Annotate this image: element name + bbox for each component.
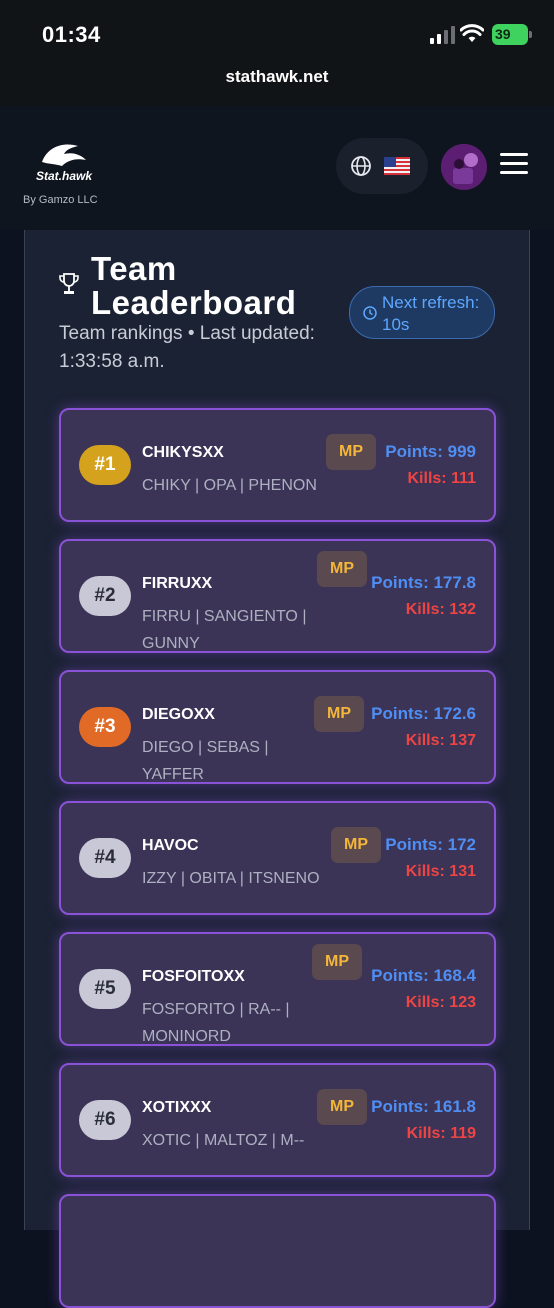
game-mode-badge: MP [312,944,362,980]
hamburger-menu-icon[interactable] [500,153,528,175]
team-points: Points: 161.8 [371,1097,476,1116]
rank-badge: #4 [79,838,131,878]
leaderboard-panel: Team Leaderboard Next refresh: 10s Team … [24,230,530,1308]
team-name: FOSFOITOXX [142,968,245,985]
url-text[interactable]: stathawk.net [0,67,554,87]
team-points: Points: 999 [385,442,476,461]
team-card[interactable]: #3 DIEGOXX DIEGO | SEBAS | YAFFER MP Points:… [59,670,496,784]
globe-icon [351,156,371,176]
team-points: Points: 172 [385,835,476,854]
team-members: DIEGO | SEBAS | YAFFER [142,739,269,783]
team-card[interactable]: #4 HAVOC IZZY | OBITA | ITSNENO MP Points: 1… [59,801,496,915]
team-points: Points: 168.4 [371,966,476,985]
stathawk-logo-icon[interactable]: Stat.hawk [34,140,94,182]
browser-address-bar[interactable]: stathawk.net [0,56,554,106]
team-members: IZZY | OBITA | ITSNENO [142,870,320,887]
team-kills: Kills: 123 [405,994,476,1011]
team-name: XOTIXXX [142,1099,212,1116]
page-title: Team Leaderboard [91,250,297,321]
wifi-icon [460,24,484,42]
game-mode-badge: MP [314,696,364,732]
team-name: CHIKYSXX [142,444,224,461]
team-name: HAVOC [142,837,199,854]
refresh-countdown-badge: Next refresh: 10s [349,286,495,339]
avatar-image-icon [441,144,487,190]
byline: By Gamzo LLC [23,194,98,206]
game-mode-badge: MP [317,551,367,587]
team-card[interactable]: #6 XOTIXXX XOTIC | MALTOZ | M-- MP Points: 1… [59,1063,496,1177]
team-members: FOSFORITO | RA-- | MONINORD [142,1001,290,1045]
status-time: 01:34 [42,22,101,47]
rank-badge: #2 [79,576,131,616]
game-mode-badge: MP [317,1089,367,1125]
rank-badge: #6 [79,1100,131,1140]
team-kills: Kills: 137 [405,732,476,749]
team-members: FIRRU | SANGIENTO | GUNNY [142,608,307,652]
team-members: CHIKY | OPA | PHENON [142,477,317,494]
rank-badge: #3 [79,707,131,747]
team-kills: Kills: 132 [405,601,476,618]
user-avatar[interactable] [441,144,487,190]
team-name: DIEGOXX [142,706,215,723]
rank-badge: #5 [79,969,131,1009]
trophy-icon [59,273,79,294]
team-card[interactable]: #1 CHIKYSXX CHIKY | OPA | PHENON MP Points: … [59,408,496,522]
svg-text:Stat.hawk: Stat.hawk [36,169,93,182]
team-kills: Kills: 131 [405,863,476,880]
team-members: XOTIC | MALTOZ | M-- [142,1132,305,1149]
team-kills: Kills: 111 [407,470,477,487]
battery-level: 39 [495,26,511,42]
site-header: Stat.hawk By Gamzo LLC [0,106,554,230]
team-card[interactable]: #5 FOSFOITOXX FOSFORITO | RA-- | MONINORD M… [59,932,496,1046]
refresh-text: Next refresh: 10s [382,293,480,334]
team-card[interactable]: #2 FIRRUXX FIRRU | SANGIENTO | GUNNY MP Poin… [59,539,496,653]
team-points: Points: 177.8 [371,573,476,592]
team-kills: Kills: 119 [406,1125,476,1142]
language-selector[interactable] [336,138,428,194]
us-flag-icon [384,157,410,175]
team-points: Points: 172.6 [371,704,476,723]
clock-icon [363,306,377,320]
rank-badge: #1 [79,445,131,485]
team-card-partial[interactable] [59,1194,496,1308]
game-mode-badge: MP [326,434,376,470]
battery-indicator: 39 [492,24,532,45]
status-bar: 01:34 39 [0,0,554,56]
team-name: FIRRUXX [142,575,213,592]
page-subtitle: Team rankings • Last updated: 1:33:58 a.… [59,323,315,372]
game-mode-badge: MP [331,827,381,863]
cellular-signal-icon [430,26,455,44]
